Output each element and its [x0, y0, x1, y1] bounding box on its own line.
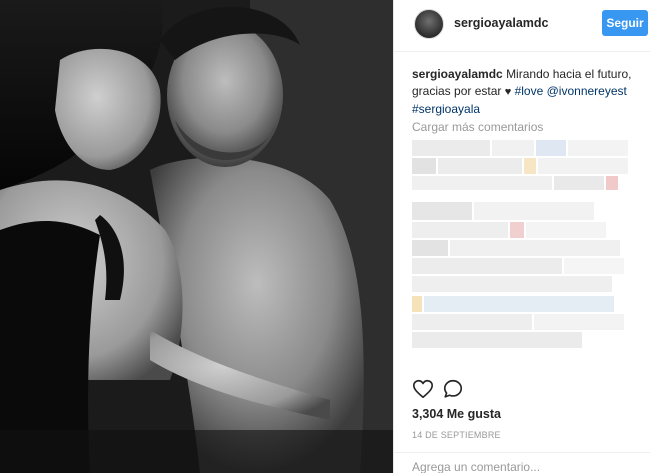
couple-photo-image [0, 0, 393, 473]
hashtag-sergioayala[interactable]: #sergioayala [412, 102, 480, 116]
likes-count[interactable]: 3,304 Me gusta [412, 407, 501, 421]
post-photo[interactable] [0, 0, 393, 473]
hashtag-love[interactable]: #love [515, 84, 544, 98]
load-more-comments-link[interactable]: Cargar más comentarios [412, 120, 543, 134]
follow-button[interactable]: Seguir [602, 10, 648, 36]
caption-heart-glyph: ♥ [504, 86, 512, 98]
avatar[interactable] [414, 9, 444, 39]
post-date[interactable]: 14 DE SEPTIEMBRE [412, 430, 501, 440]
heart-outline-icon[interactable] [412, 378, 434, 400]
caption-text-line1: Mirando hacia el futuro, [506, 67, 632, 81]
post-actions [412, 378, 642, 402]
author-username[interactable]: sergioayalamdc [454, 16, 549, 30]
post-sidebar: sergioayalamdc Seguir sergioayalamdc Mir… [393, 0, 650, 473]
mention-link[interactable]: @ivonnereyest [547, 84, 627, 98]
add-comment-input[interactable] [412, 459, 637, 473]
post-caption: sergioayalamdc Mirando hacia el futuro, … [412, 66, 644, 118]
post-header: sergioayalamdc Seguir [394, 0, 650, 52]
speech-bubble-icon[interactable] [442, 378, 464, 400]
pixelated-comments [412, 138, 644, 363]
caption-username[interactable]: sergioayalamdc [412, 67, 503, 81]
caption-text-line2: gracias por estar [412, 84, 502, 98]
add-comment-bar [394, 452, 650, 473]
